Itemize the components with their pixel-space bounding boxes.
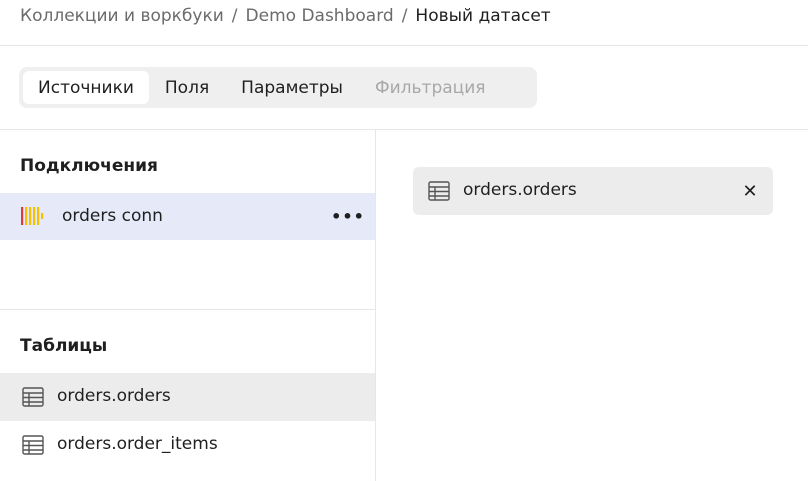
panel-divider	[375, 129, 376, 481]
table-item-order-items[interactable]: orders.order_items	[0, 421, 375, 469]
more-icon[interactable]: •••	[331, 205, 364, 227]
page-title: Новый датасет	[415, 6, 551, 26]
breadcrumb-link-collections[interactable]: Коллекции и воркбуки	[20, 6, 224, 26]
breadcrumb-separator: /	[401, 6, 408, 26]
breadcrumb-link-dashboard[interactable]: Demo Dashboard	[246, 6, 394, 26]
tab-fields[interactable]: Поля	[149, 71, 225, 104]
dataset-tabs: Источники Поля Параметры Фильтрация	[19, 67, 537, 108]
table-item-orders[interactable]: orders.orders	[0, 373, 375, 421]
source-chip[interactable]: orders.orders ✕	[413, 167, 773, 215]
source-chip-label: orders.orders	[463, 180, 577, 200]
connections-title: Подключения	[20, 156, 158, 176]
table-label: orders.order_items	[57, 434, 218, 454]
table-label: orders.orders	[57, 386, 171, 406]
table-icon	[428, 181, 450, 201]
clickhouse-icon	[20, 205, 46, 227]
table-icon	[22, 435, 44, 455]
tab-sources[interactable]: Источники	[23, 71, 149, 104]
tables-title: Таблицы	[20, 336, 108, 356]
connection-item[interactable]: orders conn •••	[0, 193, 375, 240]
content-divider	[0, 129, 808, 130]
section-divider	[0, 309, 375, 310]
connection-label: orders conn	[62, 206, 163, 226]
breadcrumb-separator: /	[231, 6, 238, 26]
breadcrumb: Коллекции и воркбуки / Demo Dashboard / …	[20, 4, 551, 28]
table-icon	[22, 387, 44, 407]
tab-parameters[interactable]: Параметры	[225, 71, 359, 104]
header-divider	[0, 45, 808, 46]
close-icon[interactable]: ✕	[740, 180, 760, 202]
tab-filtering: Фильтрация	[374, 77, 486, 98]
